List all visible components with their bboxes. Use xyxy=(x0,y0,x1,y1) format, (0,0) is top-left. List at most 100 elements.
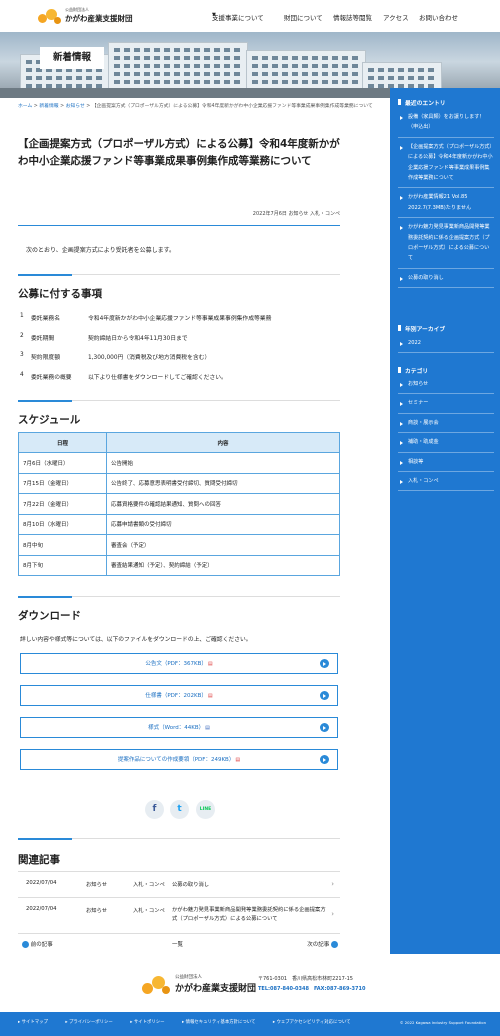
sidebar-item-category[interactable]: 相談等 xyxy=(398,453,494,473)
building-window xyxy=(272,56,278,60)
sidebar-item-recent[interactable]: かがわ産業情報21 Vol.85 2022.7(7.3MB)たりません xyxy=(398,188,494,219)
building-window xyxy=(224,72,230,76)
building-window xyxy=(194,48,200,52)
download-button-spec[interactable]: 仕様書（PDF：202KB）▤ xyxy=(20,685,338,706)
building-window xyxy=(388,68,394,72)
prev-post-link[interactable]: 前の記事 xyxy=(22,940,53,948)
download-button-notice[interactable]: 公告文（PDF：367KB）▤ xyxy=(20,653,338,674)
nav-contact[interactable]: お問い合わせ xyxy=(419,12,458,22)
post-list-link[interactable]: 一覧 xyxy=(172,940,183,948)
building-window xyxy=(352,56,358,60)
building-window xyxy=(144,48,150,52)
building-window xyxy=(184,64,190,68)
twitter-share-icon[interactable]: t xyxy=(170,800,189,819)
next-post-link[interactable]: 次の記事 xyxy=(307,940,338,948)
building-window xyxy=(174,48,180,52)
building-window xyxy=(252,64,258,68)
post-category[interactable]: 入札・コンペ xyxy=(310,211,340,217)
nav-about[interactable]: 財団について xyxy=(284,12,323,22)
logo-mark xyxy=(142,976,172,996)
building-window xyxy=(342,72,348,76)
building-window xyxy=(272,72,278,76)
breadcrumb-home[interactable]: ホーム xyxy=(18,104,32,109)
building-window xyxy=(124,80,130,84)
table-row: 8月下旬 審査結果通知（予定）、契約締結（予定） xyxy=(18,554,340,576)
building-window xyxy=(322,64,328,68)
building-window xyxy=(56,76,62,80)
building-window xyxy=(292,64,298,68)
related-article-row[interactable]: 2022/07/04 お知らせ 入札・コンペ 公募の取り消し › xyxy=(18,880,340,902)
building-window xyxy=(282,64,288,68)
breadcrumb-notice[interactable]: お知らせ xyxy=(66,104,85,109)
sidebar-item-category[interactable]: お知らせ xyxy=(398,375,494,395)
sidebar-heading-recent: 最近のエントリ xyxy=(398,98,446,107)
building-window xyxy=(282,56,288,60)
building-window xyxy=(26,76,32,80)
building-window xyxy=(194,56,200,60)
building-window xyxy=(214,80,220,84)
table-row: 7月6日（水曜日） 公告開始 xyxy=(18,452,340,474)
nav-publications[interactable]: 情報誌等閲覧 xyxy=(333,12,372,22)
sidebar-item-category[interactable]: 入札・コンペ xyxy=(398,472,494,492)
building-window xyxy=(154,64,160,68)
line-share-icon[interactable]: LINE xyxy=(196,800,215,819)
building-window xyxy=(408,68,414,72)
sidebar-item-recent[interactable]: かがわ魅力発見事業新商品開発等業務委託契約に係る企画提案方式（プロポーザル方式）… xyxy=(398,218,494,269)
building-window xyxy=(352,72,358,76)
building-window xyxy=(134,72,140,76)
building-window xyxy=(332,64,338,68)
heading-accent xyxy=(18,838,72,840)
building-window xyxy=(312,56,318,60)
building-window xyxy=(332,56,338,60)
building-window xyxy=(312,72,318,76)
building-window xyxy=(174,64,180,68)
facebook-share-icon[interactable]: f xyxy=(145,800,164,819)
building-window xyxy=(224,80,230,84)
divider xyxy=(18,225,340,226)
sidebar-item-recent[interactable]: 公募の取り消し xyxy=(398,269,494,289)
building-window xyxy=(262,72,268,76)
building-window xyxy=(134,48,140,52)
download-button-guidelines[interactable]: 提案作品についての作成要領（PDF：249KB）▤ xyxy=(20,749,338,770)
related-article-row[interactable]: 2022/07/04 お知らせ 入札・コンペ かがわ魅力発見事業新商品開発等業務… xyxy=(18,906,340,934)
sidebar-item-category[interactable]: 補助・助成金 xyxy=(398,433,494,453)
breadcrumb-news[interactable]: 新着情報 xyxy=(39,104,58,109)
footer-link-accessibility[interactable]: ▸ ウェブアクセシビリティ対応について xyxy=(273,1020,359,1025)
post-category[interactable]: お知らせ xyxy=(288,211,308,217)
chevron-right-icon: › xyxy=(331,910,334,918)
building-window xyxy=(144,80,150,84)
building-window xyxy=(124,56,130,60)
sidebar-item-recent[interactable]: 設備（家具類）をお譲りします！（申込出） xyxy=(398,108,494,138)
building-window xyxy=(164,48,170,52)
breadcrumb: ホーム > 新着情報 > お知らせ > 【企画提案方式（プロポーザル方式）による… xyxy=(18,104,373,109)
building-window xyxy=(272,64,278,68)
building-window xyxy=(204,80,210,84)
building-window xyxy=(194,64,200,68)
building-window xyxy=(234,80,240,84)
building-window xyxy=(134,56,140,60)
sidebar-item-recent[interactable]: 【企画提案方式（プロポーザル方式）による公募】令和4年度新かがわ中小企業応援ファ… xyxy=(398,138,494,189)
nav-access[interactable]: アクセス xyxy=(383,12,409,22)
building-window xyxy=(282,72,288,76)
building-window xyxy=(272,80,278,84)
footer-link-security[interactable]: ▸ 情報セキュリティ基本方針について xyxy=(182,1020,263,1025)
sidebar-item-category[interactable]: 商談・展示会 xyxy=(398,414,494,434)
building-window xyxy=(194,72,200,76)
sidebar-item-archive[interactable]: 2022 xyxy=(398,334,494,354)
building-window xyxy=(252,56,258,60)
footer-link-site-policy[interactable]: ▸ サイトポリシー xyxy=(130,1020,172,1025)
footer-link-sitemap[interactable]: ▸ サイトマップ xyxy=(18,1020,56,1025)
building-window xyxy=(66,76,72,80)
building-window xyxy=(96,76,102,80)
sidebar-item-category[interactable]: セミナー xyxy=(398,394,494,414)
building-window xyxy=(124,48,130,52)
building-window xyxy=(76,76,82,80)
sidebar-recent-list: 設備（家具類）をお譲りします！（申込出） 【企画提案方式（プロポーザル方式）によ… xyxy=(398,108,494,289)
footer-logo[interactable]: 公益財団法人 かがわ産業支援財団 xyxy=(142,974,256,1000)
building-window xyxy=(114,48,120,52)
download-button-form[interactable]: 様式（Word：44KB）▤ xyxy=(20,717,338,738)
building-window xyxy=(428,76,434,80)
footer-link-privacy[interactable]: ▸ プライバシーポリシー xyxy=(65,1020,120,1025)
building-window xyxy=(234,48,240,52)
section-heading: 関連記事 xyxy=(18,854,60,866)
